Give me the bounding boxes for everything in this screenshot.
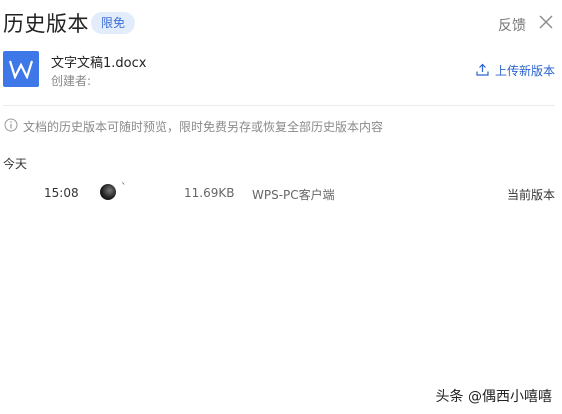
version-time: 15:08 <box>44 186 79 200</box>
free-badge: 限免 <box>91 12 135 34</box>
notice: 文档的历史版本可随时预览，限时免费另存或恢复全部历史版本内容 <box>4 118 383 135</box>
author-name: ˋ <box>121 181 127 194</box>
version-size: 11.69KB <box>184 186 235 200</box>
file-name: 文字文稿1.docx <box>51 56 147 71</box>
avatar <box>100 184 116 200</box>
current-version-label: 当前版本 <box>506 188 555 202</box>
upload-label: 上传新版本 <box>494 64 555 78</box>
info-icon <box>4 118 18 135</box>
watermark: 头条 @偶西小嘻嘻 <box>435 389 552 405</box>
page-title: 历史版本 <box>3 12 89 36</box>
group-label-today: 今天 <box>3 157 28 171</box>
divider <box>3 105 555 106</box>
notice-text: 文档的历史版本可随时预览，限时免费另存或恢复全部历史版本内容 <box>23 120 384 134</box>
close-icon[interactable] <box>538 14 554 30</box>
version-client: WPS-PC客户端 <box>252 188 335 202</box>
wps-document-icon <box>3 51 39 87</box>
upload-icon <box>476 63 489 79</box>
creator-label: 创建者: <box>51 74 92 88</box>
feedback-link[interactable]: 反馈 <box>498 15 526 35</box>
upload-new-version-button[interactable]: 上传新版本 <box>476 62 555 79</box>
